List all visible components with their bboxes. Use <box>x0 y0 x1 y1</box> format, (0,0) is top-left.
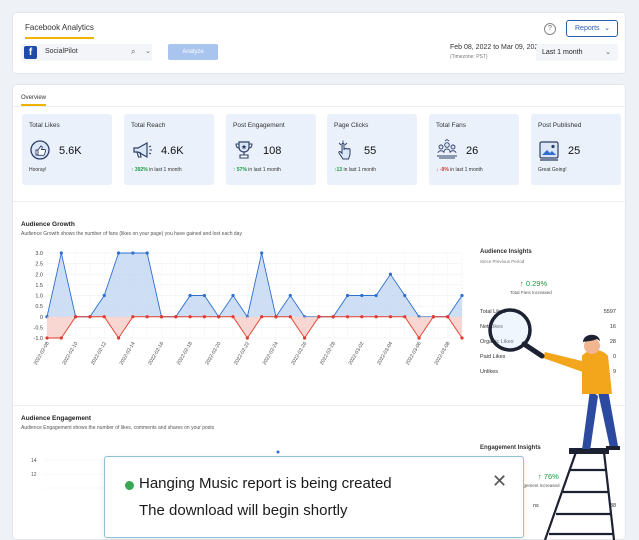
status-dot <box>125 481 134 490</box>
facebook-logo-icon: f <box>24 46 37 59</box>
chevron-down-icon: ⌄ <box>604 25 610 32</box>
range-select[interactable]: Last 1 month ⌄ <box>536 44 618 61</box>
search-icon[interactable]: ⌕ <box>131 47 135 57</box>
range-select-value: Last 1 month <box>542 49 583 56</box>
page-select[interactable]: f SocialPilot ⌕ ⌄ <box>21 44 152 61</box>
date-range[interactable]: Feb 08, 2022 to Mar 09, 2022 <box>450 44 542 51</box>
toast-title: Hanging Music report is being created <box>139 475 392 492</box>
engagement-row-label: ns <box>533 503 539 509</box>
svg-text:12: 12 <box>31 472 37 478</box>
toast-notification: Hanging Music report is being created Th… <box>104 456 524 538</box>
svg-text:14: 14 <box>31 458 37 464</box>
chevron-down-icon[interactable]: ⌄ <box>145 47 151 55</box>
tab-facebook-analytics[interactable]: Facebook Analytics <box>25 23 94 39</box>
close-icon[interactable]: ✕ <box>492 471 507 492</box>
top-bar: Facebook Analytics ? Reports ⌄ f SocialP… <box>12 12 626 74</box>
engagement-row-value: 38 <box>610 503 617 509</box>
engagement-percent-value: 76% <box>543 472 559 481</box>
engagement-insights-title: Engagement Insights <box>480 445 541 451</box>
page-name: SocialPilot <box>45 48 78 55</box>
engagement-percent: ↑ 76% <box>538 472 559 481</box>
reports-button[interactable]: Reports ⌄ <box>566 20 618 37</box>
toast-subtitle: The download will begin shortly <box>139 502 348 519</box>
chevron-down-icon: ⌄ <box>605 49 611 56</box>
help-circle-icon[interactable]: ? <box>544 23 556 35</box>
analyze-button[interactable]: Analyze <box>168 44 218 60</box>
reports-label: Reports <box>575 25 600 32</box>
timezone: (Timezone: PST) <box>450 54 488 60</box>
